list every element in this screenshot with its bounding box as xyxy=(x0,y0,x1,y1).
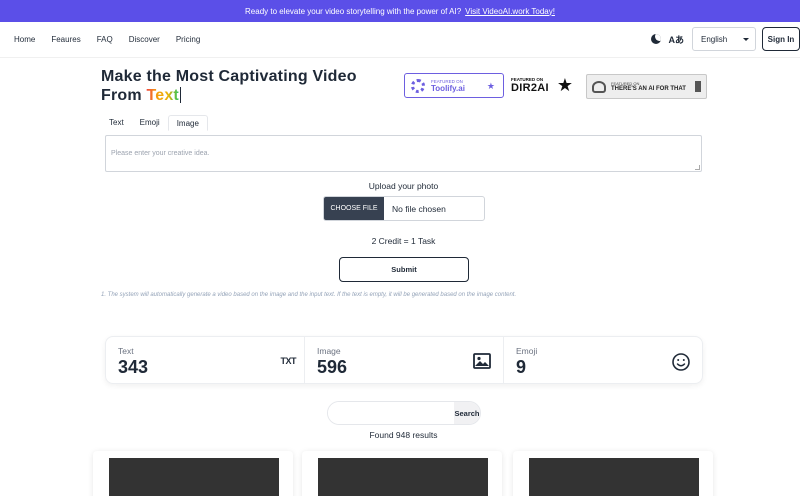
generation-note: 1. The system will automatically generat… xyxy=(101,292,517,298)
nav-home[interactable]: Home xyxy=(14,35,35,44)
video-thumbnail[interactable] xyxy=(318,458,488,496)
aiforthat-badge[interactable]: FEATURED ON THERE'S AN AI FOR THAT xyxy=(586,74,707,99)
mode-tabs: Text Emoji Image xyxy=(101,115,208,131)
stat-emoji: Emoji 9 xyxy=(503,337,702,383)
star-icon: ★ xyxy=(556,75,574,95)
aiforthat-logo-icon xyxy=(592,80,606,93)
title-line-1: Make the Most Captivating Video xyxy=(101,68,357,85)
translate-icon[interactable]: Aあ xyxy=(669,33,685,46)
top-nav: Home Feaures FAQ Discover Pricing Aあ Eng… xyxy=(0,22,800,58)
stat-label: Emoji xyxy=(516,346,538,356)
language-select[interactable]: English xyxy=(692,27,756,51)
bookmark-icon xyxy=(695,81,701,92)
result-card[interactable] xyxy=(93,451,293,496)
tab-image[interactable]: Image xyxy=(167,115,208,131)
toolify-badge-text: FEATURED ON Toolify.ai xyxy=(431,79,465,93)
file-input[interactable]: CHOOSE FILE No file chosen xyxy=(323,196,485,221)
toolify-name: Toolify.ai xyxy=(431,83,465,93)
banner-text: Ready to elevate your video storytelling… xyxy=(245,6,462,16)
video-thumbnail[interactable] xyxy=(529,458,699,496)
chevron-down-icon xyxy=(743,37,749,41)
nav-faq[interactable]: FAQ xyxy=(97,35,113,44)
announcement-banner: Ready to elevate your video storytelling… xyxy=(0,0,800,22)
submit-button[interactable]: Submit xyxy=(339,257,469,282)
nav-actions: Aあ English Sign In xyxy=(650,27,800,51)
banner-link[interactable]: Visit VideoAI.work Today! xyxy=(465,7,555,16)
txt-icon: TXT xyxy=(280,356,297,366)
choose-file-button[interactable]: CHOOSE FILE xyxy=(324,197,384,220)
dir2ai-badge-text: FEATURED ON DIR2AI xyxy=(511,77,549,94)
dir2ai-name: DIR2AI xyxy=(511,82,549,94)
search-bar: Search xyxy=(327,401,481,425)
title-prefix: From xyxy=(101,87,147,104)
credit-info: 2 Credit = 1 Task xyxy=(371,236,436,246)
tab-text[interactable]: Text xyxy=(101,115,132,131)
upload-label: Upload your photo xyxy=(368,181,439,191)
moon-icon[interactable] xyxy=(650,34,661,44)
stat-value: 9 xyxy=(516,357,527,377)
stats-panel: Text 343 TXT Image 596 Emoji 9 xyxy=(105,336,703,384)
video-thumbnail[interactable] xyxy=(109,458,279,496)
search-input[interactable] xyxy=(328,402,454,424)
nav-discover[interactable]: Discover xyxy=(129,35,160,44)
result-card[interactable] xyxy=(513,451,713,496)
resize-handle[interactable] xyxy=(695,165,700,170)
idea-placeholder: Please enter your creative idea. xyxy=(111,150,210,157)
sign-in-button[interactable]: Sign In xyxy=(762,27,800,51)
stat-text: Text 343 TXT xyxy=(106,337,304,383)
aiforthat-name: THERE'S AN AI FOR THAT xyxy=(611,86,686,92)
stat-label: Image xyxy=(317,346,341,356)
creative-idea-input[interactable]: Please enter your creative idea. xyxy=(105,135,702,172)
stat-image: Image 596 xyxy=(304,337,503,383)
results-count: Found 948 results xyxy=(369,430,438,440)
search-button[interactable]: Search xyxy=(454,402,480,424)
title-line-2: From Text xyxy=(101,86,357,105)
stat-value: 343 xyxy=(118,357,149,377)
nav-features[interactable]: Feaures xyxy=(51,35,80,44)
stat-value: 596 xyxy=(317,357,348,377)
nav-links: Home Feaures FAQ Discover Pricing xyxy=(14,35,216,44)
result-card[interactable] xyxy=(302,451,502,496)
toolify-badge[interactable]: FEATURED ON Toolify.ai ★ xyxy=(404,73,504,98)
nav-pricing[interactable]: Pricing xyxy=(176,35,200,44)
smiley-icon xyxy=(672,353,690,371)
typing-cursor xyxy=(179,87,182,103)
toolify-logo-icon xyxy=(411,78,425,93)
page-title: Make the Most Captivating Video From Tex… xyxy=(101,67,357,105)
aiforthat-badge-text: FEATURED ON THERE'S AN AI FOR THAT xyxy=(611,81,686,92)
tab-emoji[interactable]: Emoji xyxy=(132,115,168,131)
stat-label: Text xyxy=(118,346,134,356)
file-status: No file chosen xyxy=(392,203,446,214)
title-highlight: Text xyxy=(146,87,179,104)
image-icon xyxy=(473,353,491,369)
star-icon: ★ xyxy=(486,81,495,91)
dir2ai-badge[interactable]: FEATURED ON DIR2AI ★ xyxy=(511,73,581,98)
language-value: English xyxy=(701,34,728,44)
